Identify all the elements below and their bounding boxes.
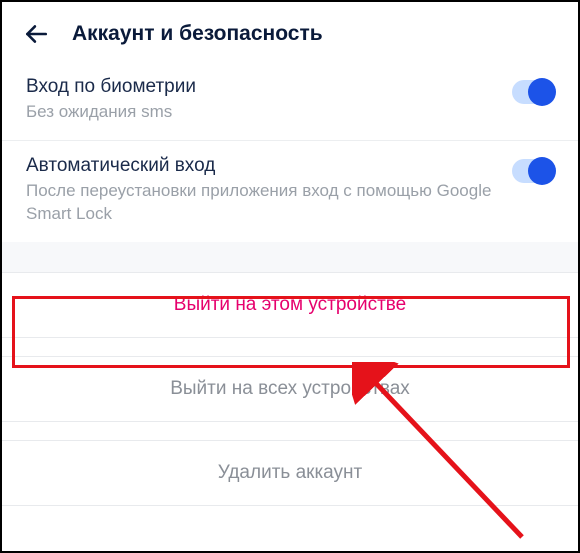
delete-account-label: Удалить аккаунт	[218, 462, 362, 484]
setting-biometrics: Вход по биометрии Без ожидания sms	[2, 62, 578, 141]
page-title: Аккаунт и безопасность	[72, 22, 323, 46]
signout-this-device-button[interactable]: Выйти на этом устройстве	[2, 272, 578, 338]
autologin-title: Автоматический вход	[26, 155, 512, 177]
biometrics-title: Вход по биометрии	[26, 76, 512, 98]
autologin-toggle[interactable]	[512, 159, 554, 183]
setting-autologin: Автоматический вход После переустановки …	[2, 141, 578, 242]
back-arrow-icon[interactable]	[22, 20, 50, 48]
autologin-desc: После переустановки приложения вход с по…	[26, 180, 512, 226]
biometrics-toggle[interactable]	[512, 80, 554, 104]
signout-all-label: Выйти на всех устройствах	[170, 378, 410, 400]
signout-all-devices-button[interactable]: Выйти на всех устройствах	[2, 356, 578, 422]
delete-account-button[interactable]: Удалить аккаунт	[2, 440, 578, 506]
signout-this-label: Выйти на этом устройстве	[174, 294, 406, 316]
section-divider	[2, 242, 578, 272]
toggle-knob-icon	[528, 78, 556, 106]
toggle-knob-icon	[528, 157, 556, 185]
biometrics-desc: Без ожидания sms	[26, 101, 512, 124]
